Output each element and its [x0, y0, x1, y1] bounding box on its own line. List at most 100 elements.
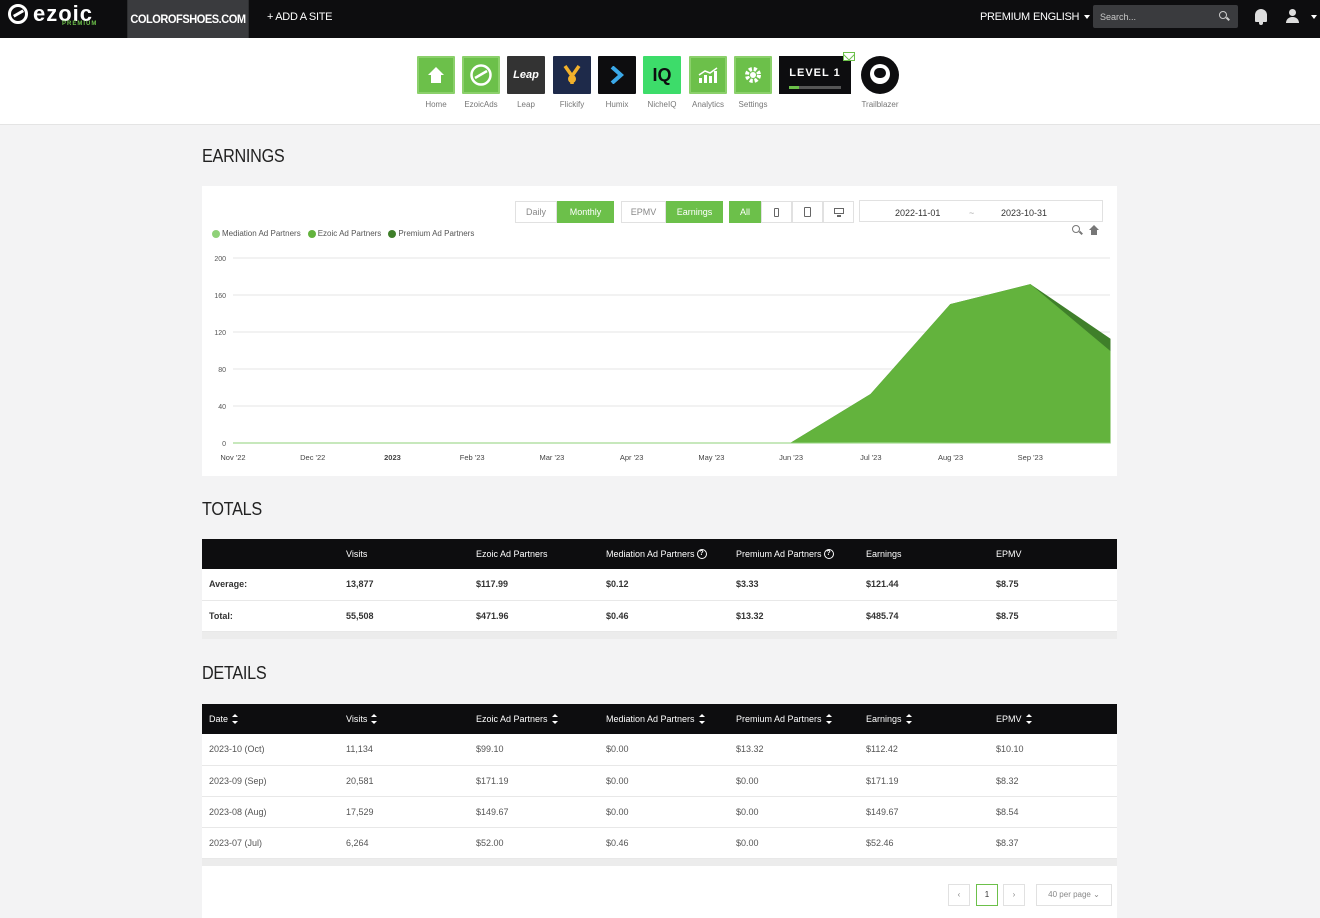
- prev-page-button[interactable]: ‹: [948, 884, 970, 906]
- table-row: 2023-07 (Jul) 6,264 $52.00 $0.46 $0.00 $…: [202, 827, 1117, 859]
- user-menu-chevron-icon[interactable]: [1311, 15, 1317, 19]
- legend-dot: [388, 229, 397, 238]
- notification-bell-icon[interactable]: [1255, 9, 1267, 25]
- help-icon[interactable]: ?: [823, 549, 834, 560]
- app-home[interactable]: Home: [416, 56, 456, 109]
- column-header: Visits: [339, 539, 469, 569]
- table-cell: $8.75: [989, 569, 1117, 601]
- app-analytics[interactable]: Analytics: [688, 56, 728, 109]
- per-page-label: 40 per page: [1048, 890, 1091, 899]
- page-number-button[interactable]: 1: [976, 884, 998, 906]
- monthly-button[interactable]: Monthly: [557, 201, 614, 223]
- horizontal-scrollbar[interactable]: [202, 858, 1117, 866]
- table-cell: $149.67: [859, 796, 989, 828]
- sort-icon[interactable]: [1025, 714, 1032, 725]
- legend-label: Ezoic Ad Partners: [317, 229, 382, 238]
- app-flickify[interactable]: Flickify: [552, 56, 592, 109]
- logo-subtitle: PREMIUM: [62, 21, 98, 27]
- legend-item[interactable]: Ezoic Ad Partners: [307, 229, 382, 238]
- desktop-filter-button[interactable]: [823, 201, 854, 223]
- chart-legend: Mediation Ad Partners Ezoic Ad Partners …: [212, 229, 474, 238]
- app-nicheiq[interactable]: IQ NicheIQ: [642, 56, 682, 109]
- search-input[interactable]: [1093, 5, 1238, 28]
- table-cell: $8.32: [989, 765, 1117, 797]
- app-label: Leap: [517, 100, 535, 109]
- app-leap[interactable]: Leap Leap: [506, 56, 546, 109]
- sort-icon[interactable]: [551, 714, 558, 725]
- sortable-column-header[interactable]: Ezoic Ad Partners: [469, 704, 599, 734]
- analytics-icon: [689, 56, 727, 94]
- premium-link[interactable]: PREMIUM: [980, 0, 1030, 34]
- app-ezoicads[interactable]: EzoicAds: [461, 56, 501, 109]
- language-dropdown[interactable]: ENGLISH: [1033, 0, 1091, 34]
- mobile-filter-button[interactable]: [761, 201, 792, 223]
- date-end: 2023-10-31: [1001, 208, 1048, 218]
- horizontal-scrollbar[interactable]: [202, 631, 1117, 639]
- sortable-column-header[interactable]: Date: [202, 704, 339, 734]
- zoom-icon[interactable]: [1072, 225, 1080, 233]
- reset-zoom-home-icon[interactable]: [1089, 225, 1099, 235]
- table-cell: 2023-10 (Oct): [202, 734, 339, 766]
- sortable-column-header[interactable]: EPMV: [989, 704, 1117, 734]
- table-cell: Average:: [202, 569, 339, 601]
- column-header-label: Premium Ad Partners: [736, 713, 822, 724]
- sort-icon[interactable]: [905, 714, 912, 725]
- user-icon[interactable]: [1286, 9, 1299, 23]
- totals-table: Visits Ezoic Ad Partners Mediation Ad Pa…: [202, 539, 1117, 632]
- current-site-tab[interactable]: COLOROFSHOES.COM: [127, 0, 249, 38]
- ezoicads-icon: [462, 56, 500, 94]
- mail-icon[interactable]: [843, 52, 855, 61]
- help-icon[interactable]: ?: [696, 549, 707, 560]
- sortable-column-header[interactable]: Premium Ad Partners: [729, 704, 859, 734]
- sortable-column-header[interactable]: Mediation Ad Partners: [599, 704, 729, 734]
- earnings-button[interactable]: Earnings: [666, 201, 723, 223]
- column-header-label: Premium Ad Partners: [736, 548, 822, 559]
- sort-icon[interactable]: [698, 714, 705, 725]
- x-tick-label: Sep '23: [1018, 453, 1043, 462]
- per-page-select[interactable]: 40 per page ⌄: [1036, 884, 1112, 906]
- app-label: Analytics: [691, 100, 724, 109]
- app-humix[interactable]: Humix: [597, 56, 637, 109]
- details-table: Date Visits Ezoic Ad Partners Mediation …: [202, 704, 1117, 859]
- date-range-picker[interactable]: 2022-11-01 ~ 2023-10-31: [859, 200, 1103, 222]
- area-series-premium-ad-partners: [233, 284, 1111, 444]
- table-cell: $0.46: [599, 827, 729, 859]
- column-header: Ezoic Ad Partners: [469, 539, 599, 569]
- table-cell: $0.00: [729, 765, 859, 797]
- epmv-button[interactable]: EPMV: [621, 201, 666, 223]
- column-header: Mediation Ad Partners?: [599, 539, 729, 569]
- desktop-icon: [834, 208, 844, 217]
- legend-item[interactable]: Mediation Ad Partners: [212, 229, 301, 238]
- table-cell: 55,508: [339, 600, 469, 632]
- app-settings[interactable]: Settings: [733, 56, 773, 109]
- table-cell: $485.74: [859, 600, 989, 632]
- sort-icon[interactable]: [825, 714, 832, 725]
- sort-icon[interactable]: [232, 714, 239, 725]
- sortable-column-header[interactable]: Visits: [339, 704, 469, 734]
- details-header-row: Date Visits Ezoic Ad Partners Mediation …: [202, 704, 1117, 734]
- legend-item[interactable]: Premium Ad Partners: [388, 229, 474, 238]
- language-label: ENGLISH: [1033, 11, 1080, 23]
- app-label: NicheIQ: [647, 100, 677, 109]
- table-cell: $8.37: [989, 827, 1117, 859]
- sort-icon[interactable]: [371, 714, 378, 725]
- tablet-filter-button[interactable]: [792, 201, 823, 223]
- all-devices-button[interactable]: All: [729, 201, 761, 223]
- next-page-button[interactable]: ›: [1003, 884, 1025, 906]
- sortable-column-header[interactable]: Earnings: [859, 704, 989, 734]
- level-badge[interactable]: LEVEL 1: [779, 56, 851, 94]
- legend-label: Premium Ad Partners: [398, 229, 475, 238]
- leap-icon: Leap: [507, 56, 545, 94]
- y-tick-label: 160: [214, 293, 226, 300]
- tablet-icon: [804, 207, 811, 217]
- flickify-icon: [553, 56, 591, 94]
- daily-button[interactable]: Daily: [515, 201, 557, 223]
- app-trailblazer[interactable]: Trailblazer: [860, 56, 900, 109]
- column-header: EPMV: [989, 539, 1117, 569]
- table-cell: 6,264: [339, 827, 469, 859]
- search-icon[interactable]: [1219, 11, 1227, 19]
- date-start: 2022-11-01: [895, 208, 941, 218]
- x-tick-label: Aug '23: [938, 453, 963, 462]
- table-cell: 20,581: [339, 765, 469, 797]
- add-site-link[interactable]: + ADD A SITE: [267, 0, 332, 34]
